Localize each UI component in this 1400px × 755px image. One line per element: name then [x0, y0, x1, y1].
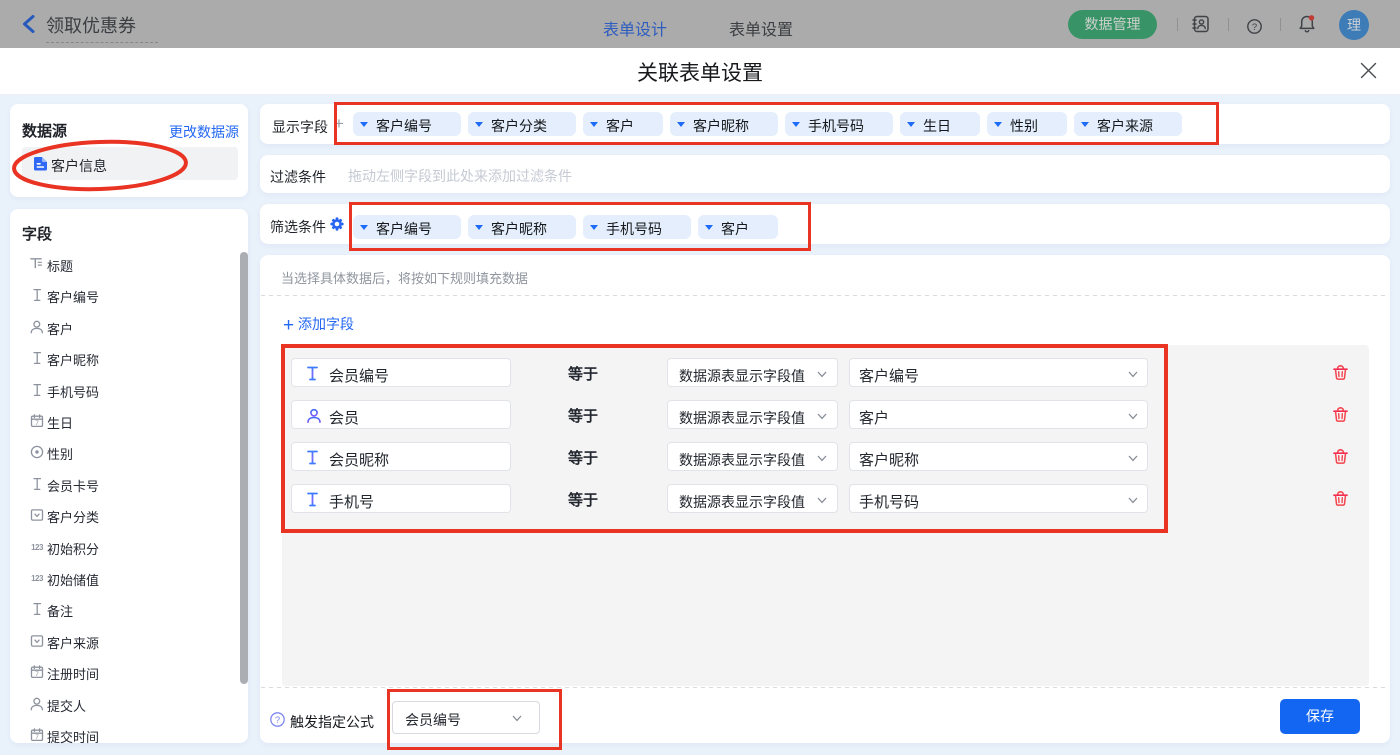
svg-text:?: ? — [275, 715, 280, 726]
svg-text:7: 7 — [35, 420, 39, 427]
svg-text:7: 7 — [35, 734, 39, 741]
svg-text:?: ? — [1252, 22, 1257, 33]
svg-text:123: 123 — [31, 543, 44, 552]
svg-text:7: 7 — [35, 671, 39, 678]
svg-text:123: 123 — [31, 574, 44, 583]
